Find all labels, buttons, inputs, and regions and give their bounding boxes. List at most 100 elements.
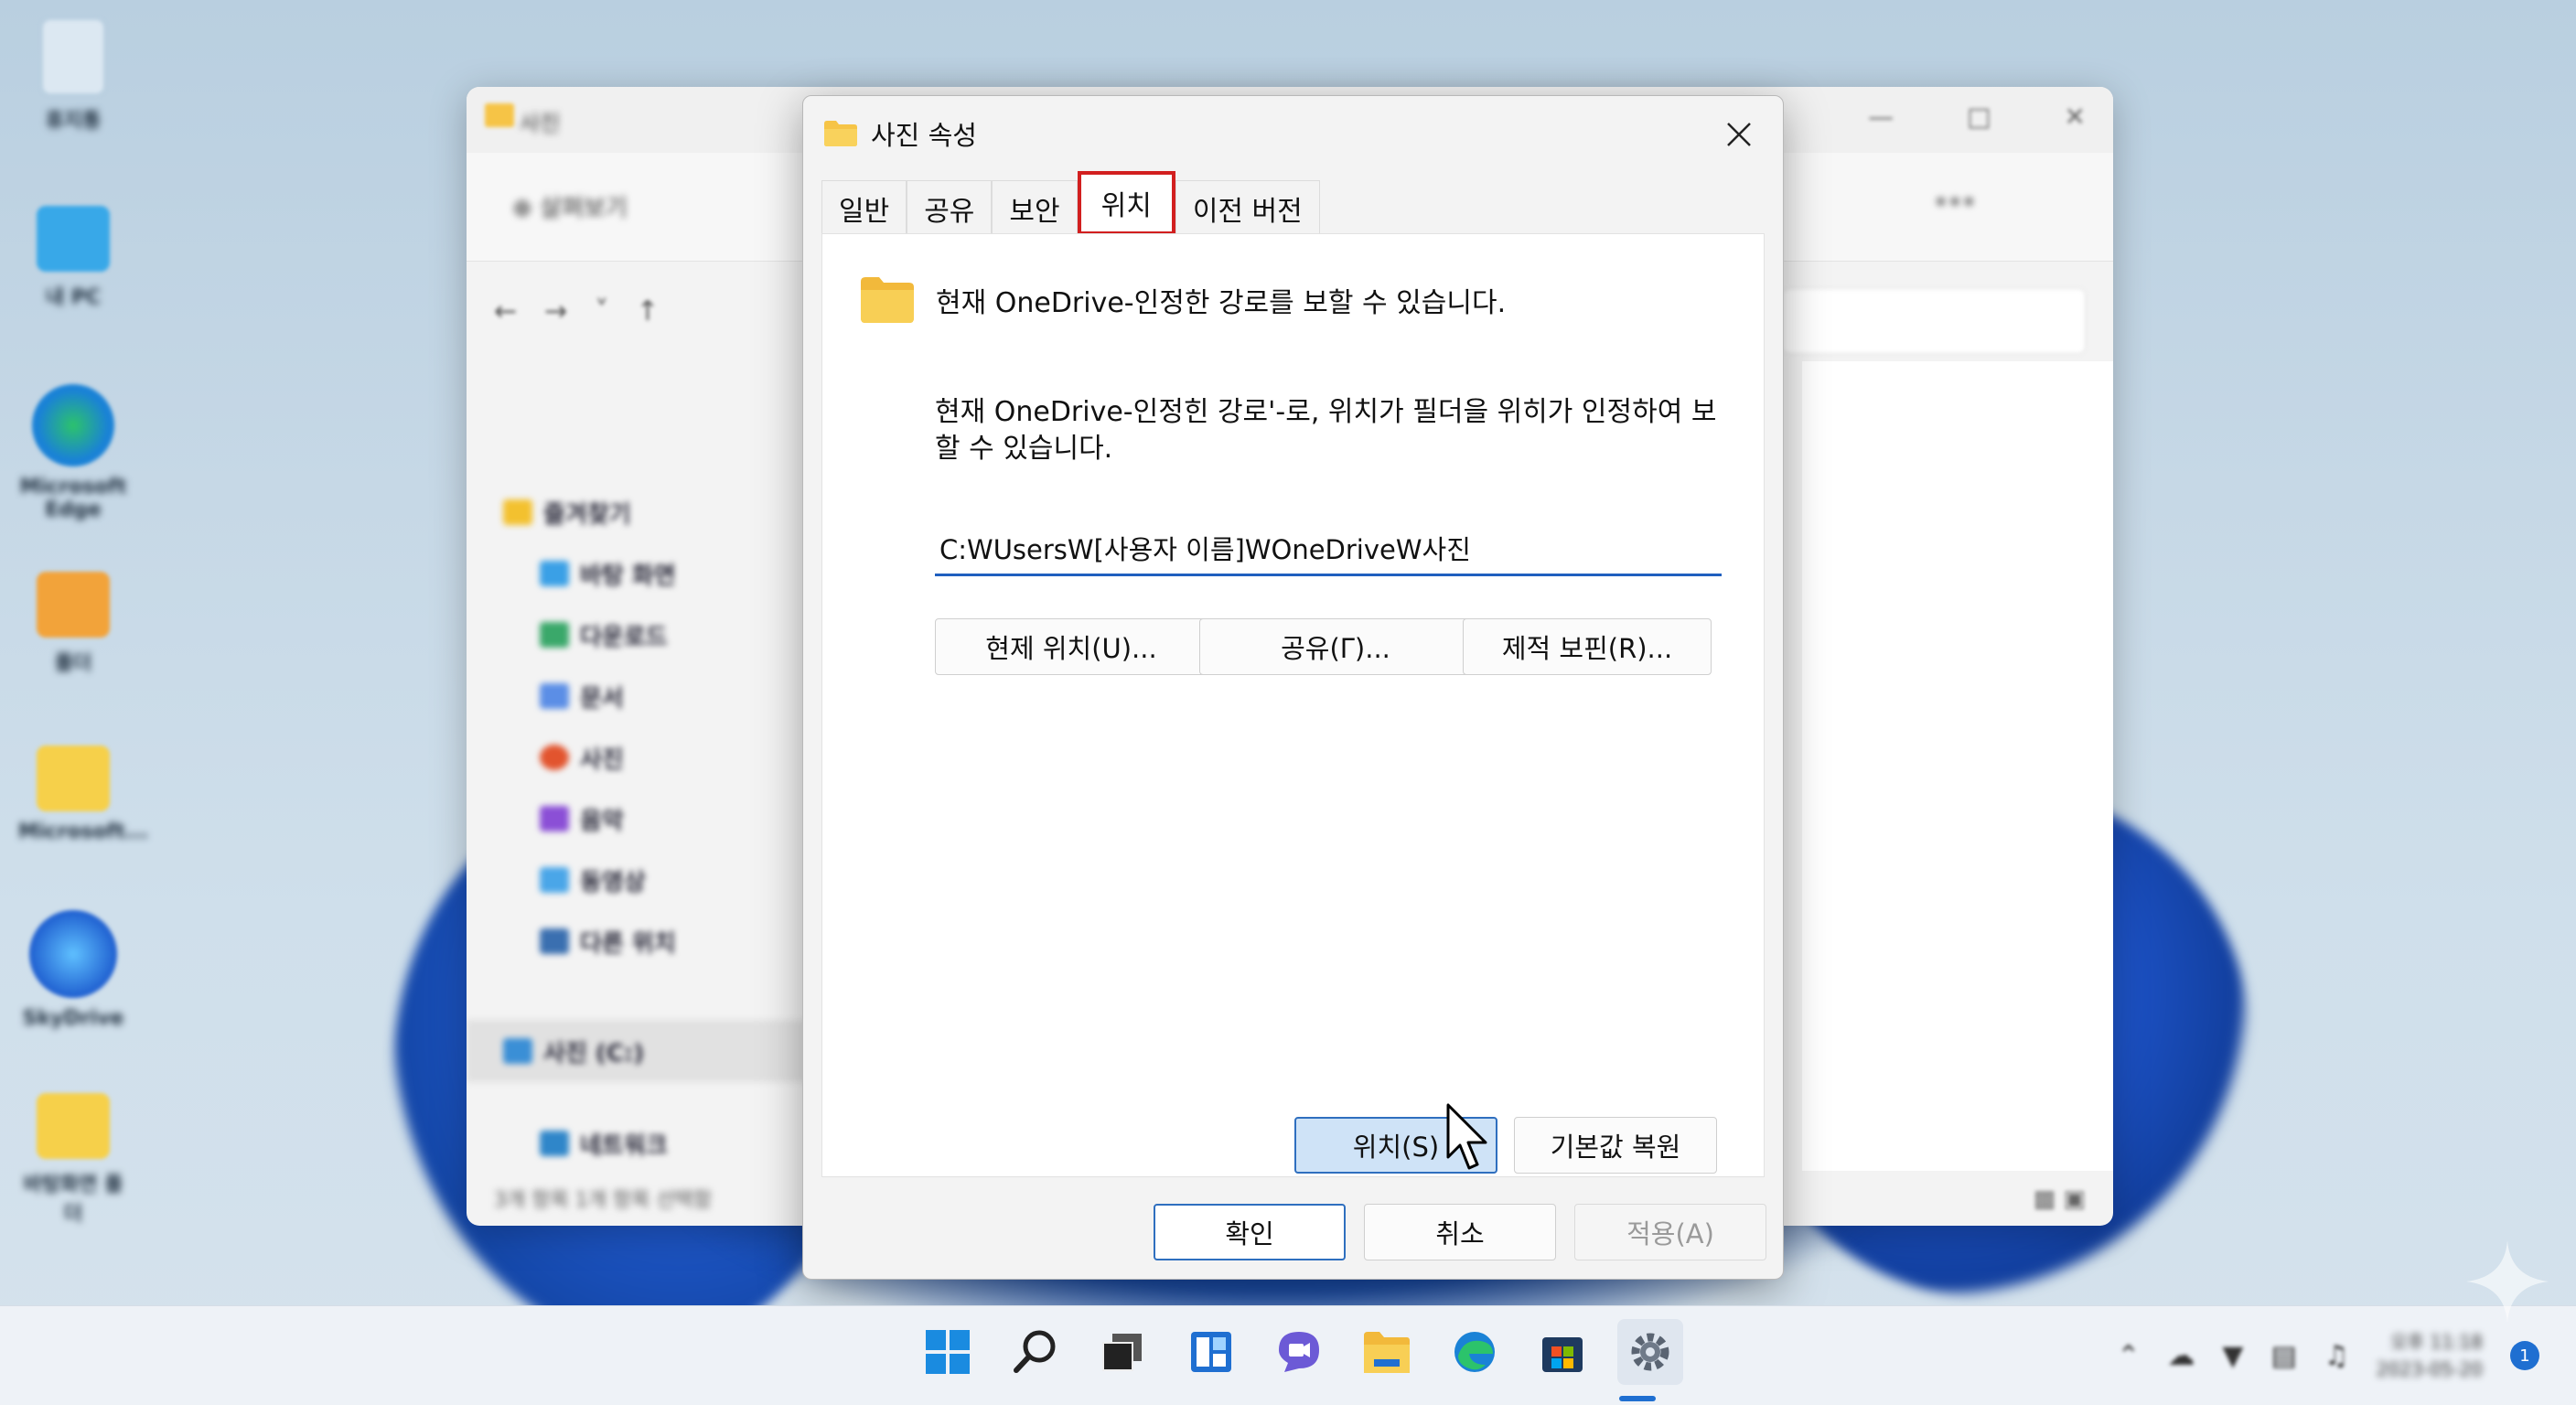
tab-bar: 일반 공유 보안 위치 이전 버전: [821, 171, 1320, 237]
app-icon: [29, 910, 117, 998]
sparkle-watermark-icon: [2466, 1240, 2549, 1323]
taskbar: ⌃ ☁ ▼ ▤ ♫ 오후 11:18 2023-05-20 1: [0, 1305, 2576, 1405]
maximize-icon[interactable]: □: [1967, 102, 1991, 132]
info-text: 현재 OneDrive-인정한 강로를 보할 수 있습니다.: [936, 287, 1507, 319]
drive-icon: [503, 1038, 532, 1064]
start-icon: [926, 1330, 970, 1374]
search-icon: [1014, 1330, 1056, 1373]
ok-button[interactable]: 확인: [1154, 1204, 1346, 1260]
cloud-icon[interactable]: ☁: [2167, 1340, 2195, 1372]
nav-item-desktop[interactable]: 바탕 화면: [540, 555, 676, 592]
cancel-button[interactable]: 취소: [1364, 1204, 1556, 1260]
system-tray: ⌃ ☁ ▼ ▤ ♫ 오후 11:18 2023-05-20 1: [2117, 1328, 2539, 1383]
dialog-titlebar: 사진 속성: [823, 111, 977, 156]
nav-item-selected-drive[interactable]: 사진 (C:): [467, 1020, 851, 1082]
more-options-icon[interactable]: •••: [1934, 189, 1976, 217]
store-icon: [1542, 1337, 1583, 1372]
folder-icon: [37, 1093, 110, 1159]
nav-item-other[interactable]: 다른 위치: [540, 923, 676, 960]
search-button[interactable]: [1003, 1319, 1068, 1385]
active-app-indicator: [1619, 1396, 1656, 1401]
document-icon: [540, 683, 569, 709]
chevron-up-icon[interactable]: ⌃: [2117, 1340, 2140, 1372]
apply-button[interactable]: 적용(A): [1574, 1204, 1766, 1260]
chat-icon: [1279, 1332, 1319, 1372]
network-icon[interactable]: ▤: [2271, 1340, 2297, 1372]
desktop-icon-recycle-bin[interactable]: 휴지통: [18, 18, 128, 134]
recycle-bin-icon: [41, 18, 105, 95]
file-explorer-button[interactable]: [1354, 1319, 1420, 1385]
video-icon: [540, 867, 569, 893]
edge-button[interactable]: [1442, 1319, 1508, 1385]
folder-icon: [861, 277, 914, 323]
tab-location[interactable]: 위치: [1077, 171, 1175, 235]
info-row: 현재 OneDrive-인정한 강로를 보할 수 있습니다.: [859, 275, 1506, 325]
clock[interactable]: 오후 11:18 2023-05-20: [2377, 1328, 2483, 1383]
usb-icon[interactable]: ▼: [2222, 1340, 2243, 1372]
edge-icon: [32, 384, 114, 467]
folder-icon: [37, 745, 110, 811]
location-description: 현재 OneDrive-인정힌 강로'-로, 위치가 필더을 위히가 인정하여 …: [935, 396, 1717, 465]
nav-item-videos[interactable]: 동영상: [540, 862, 646, 898]
properties-dialog: 사진 속성 일반 공유 보안 위치 이전 버전 현재 OneDrive-인정한 …: [802, 95, 1784, 1280]
volume-icon[interactable]: ♫: [2324, 1340, 2349, 1372]
explorer-status: 3개 항목 1개 항목 선택함: [494, 1189, 713, 1212]
desktop-icon-microsoft-folder[interactable]: Microsoft...: [18, 745, 148, 843]
nav-arrows[interactable]: ←→˅↑: [494, 295, 686, 327]
store-button[interactable]: [1530, 1319, 1595, 1385]
find-target-button[interactable]: 제적 보핀(R)...: [1463, 618, 1712, 675]
desktop-icon-desktop-folder[interactable]: 바탕화면 폴더: [18, 1093, 128, 1227]
folder-icon: [485, 103, 514, 127]
dialog-title: 사진 속성: [871, 120, 977, 151]
navigation-pane: 즐겨찾기 바탕 화면 다운로드 문서 사진 음악 동영상 다른 위치 사진 (C…: [467, 361, 851, 1171]
share-button[interactable]: 공유(Γ)...: [1199, 618, 1472, 675]
location-tab-panel: 현재 OneDrive-인정한 강로를 보할 수 있습니다. 현재 OneDri…: [821, 233, 1765, 1177]
nav-item-documents[interactable]: 문서: [540, 678, 624, 714]
location-path-input[interactable]: [935, 522, 1722, 576]
settings-icon: [1631, 1333, 1669, 1371]
restore-default-button[interactable]: 기본값 복원: [1514, 1117, 1717, 1174]
tab-sharing[interactable]: 공유: [907, 180, 993, 236]
task-view-icon: [1102, 1334, 1142, 1371]
close-icon[interactable]: ✕: [2065, 102, 2086, 132]
view-toggle-icons[interactable]: ▦ ▣: [2034, 1185, 2086, 1213]
tab-previous-versions[interactable]: 이전 버전: [1175, 180, 1320, 236]
chat-button[interactable]: [1266, 1319, 1332, 1385]
desktop-icon-this-pc[interactable]: 내 PC: [18, 206, 128, 310]
music-icon: [540, 806, 569, 831]
widgets-icon: [1191, 1332, 1231, 1372]
nav-item-music[interactable]: 음악: [540, 800, 624, 837]
tab-security[interactable]: 보안: [992, 180, 1078, 236]
download-icon: [540, 622, 569, 648]
widgets-button[interactable]: [1178, 1319, 1244, 1385]
tab-general[interactable]: 일반: [821, 180, 907, 236]
task-view-button[interactable]: [1090, 1319, 1156, 1385]
current-location-button[interactable]: 현제 위치(U)...: [935, 618, 1208, 675]
star-icon: [503, 499, 532, 525]
nav-item-network[interactable]: 네트워크: [540, 1125, 668, 1162]
nav-item-downloads[interactable]: 다운로드: [540, 617, 668, 653]
explorer-content: [1802, 361, 2113, 1171]
nav-item-favorites[interactable]: 즐겨찾기: [503, 494, 631, 531]
drive-icon: [540, 928, 569, 954]
desktop-icon-skydrive[interactable]: SkyDrive: [18, 910, 128, 1030]
pictures-icon: [540, 745, 569, 770]
edge-icon: [1454, 1332, 1495, 1372]
explorer-title: 사진: [520, 111, 561, 136]
settings-button[interactable]: [1617, 1319, 1683, 1385]
notification-badge[interactable]: 1: [2510, 1341, 2539, 1370]
start-button[interactable]: [915, 1319, 981, 1385]
folder-icon: [824, 121, 857, 146]
desktop-icon-folder[interactable]: 폴더: [18, 572, 128, 676]
monitor-icon: [37, 206, 110, 272]
folder-icon: [37, 572, 110, 638]
file-explorer-icon: [1364, 1332, 1410, 1373]
minimize-icon[interactable]: —: [1868, 102, 1894, 132]
mouse-cursor-icon: [1446, 1103, 1487, 1170]
nav-item-pictures[interactable]: 사진: [540, 739, 624, 776]
close-icon: [1727, 123, 1751, 146]
desktop-icon-edge[interactable]: Microsoft Edge: [18, 384, 128, 521]
close-button[interactable]: [1713, 109, 1765, 160]
search-box[interactable]: [1782, 288, 2086, 354]
new-button[interactable]: ⊕ 살펴보기: [512, 189, 628, 223]
